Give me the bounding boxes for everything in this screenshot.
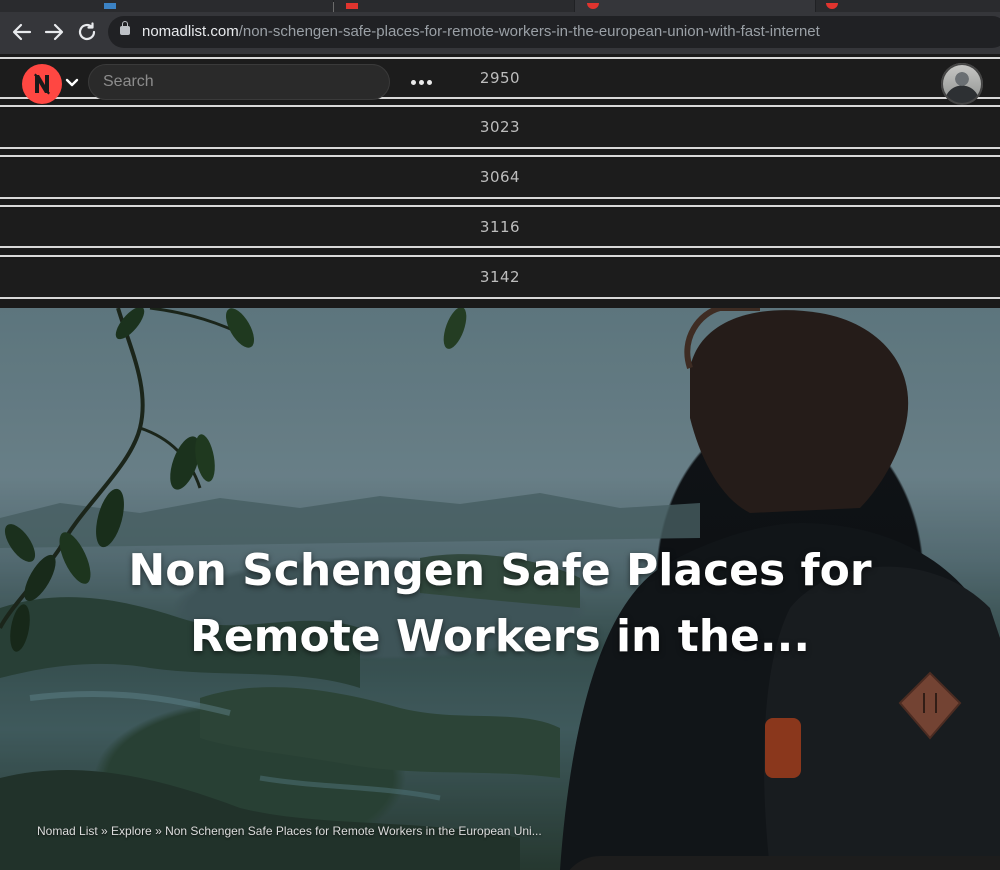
more-dots-icon[interactable] [408, 68, 436, 96]
page: 2950 3023 3064 3116 3142 Search Non Sche… [0, 54, 1000, 870]
browser-tab[interactable] [0, 0, 333, 12]
browser-tab-strip [0, 0, 1000, 12]
breadcrumb: Nomad List » Explore » Non Schengen Safe… [37, 824, 542, 838]
dropdown-item-label: 2950 [479, 69, 521, 87]
divider [0, 197, 1000, 199]
page-title: Non Schengen Safe Places for Remote Work… [100, 538, 900, 670]
dropdown-item-label: 3064 [479, 168, 521, 186]
browser-toolbar: nomadlist.com/non-schengen-safe-places-f… [0, 12, 1000, 54]
divider [0, 297, 1000, 299]
content-card-edge [560, 856, 1000, 870]
dropdown-item-label: 3142 [479, 268, 521, 286]
page-title-line: Remote Workers in the... [189, 611, 811, 662]
dropdown-item[interactable]: 3142 [0, 259, 1000, 296]
divider [0, 57, 1000, 59]
hero-banner: Non Schengen Safe Places for Remote Work… [0, 308, 1000, 870]
forward-arrow-icon[interactable] [42, 20, 66, 44]
divider [0, 155, 1000, 157]
tab-favicon-icon [346, 3, 358, 9]
tab-favicon-icon [826, 3, 838, 9]
dropdown-item[interactable]: 3064 [0, 159, 1000, 196]
breadcrumb-separator: » [97, 824, 112, 838]
address-bar[interactable]: nomadlist.com/non-schengen-safe-places-f… [108, 16, 1000, 48]
back-arrow-icon[interactable] [10, 20, 34, 44]
divider [0, 255, 1000, 257]
breadcrumb-home-link[interactable]: Nomad List [37, 824, 98, 838]
search-input[interactable] [88, 64, 390, 100]
browser-tab[interactable] [816, 0, 1000, 12]
chevron-down-icon[interactable] [65, 76, 79, 90]
breadcrumb-separator: » [151, 824, 166, 838]
url-text: nomadlist.com/non-schengen-safe-places-f… [142, 16, 820, 48]
browser-tab-active[interactable] [575, 0, 815, 12]
browser-tab[interactable] [334, 0, 574, 12]
divider [0, 147, 1000, 149]
url-path: /non-schengen-safe-places-for-remote-wor… [238, 23, 820, 40]
nomad-logo-icon[interactable] [22, 64, 62, 104]
dropdown-item[interactable]: 3023 [0, 109, 1000, 146]
dropdown-item-label: 3023 [479, 118, 521, 136]
dropdown-item[interactable]: 3116 [0, 209, 1000, 246]
lock-icon [120, 21, 130, 35]
divider [0, 246, 1000, 248]
dropdown-item-label: 3116 [479, 218, 521, 236]
avatar[interactable] [941, 63, 983, 105]
tab-favicon-icon [587, 3, 599, 9]
page-title-line: Non Schengen Safe Places for [128, 545, 872, 596]
url-host: nomadlist.com [142, 23, 239, 40]
breadcrumb-explore-link[interactable]: Explore [111, 824, 152, 838]
reload-icon[interactable] [75, 20, 99, 44]
divider [0, 205, 1000, 207]
divider [0, 105, 1000, 107]
breadcrumb-current-link[interactable]: Non Schengen Safe Places for Remote Work… [165, 824, 542, 838]
tab-favicon-icon [104, 3, 116, 9]
